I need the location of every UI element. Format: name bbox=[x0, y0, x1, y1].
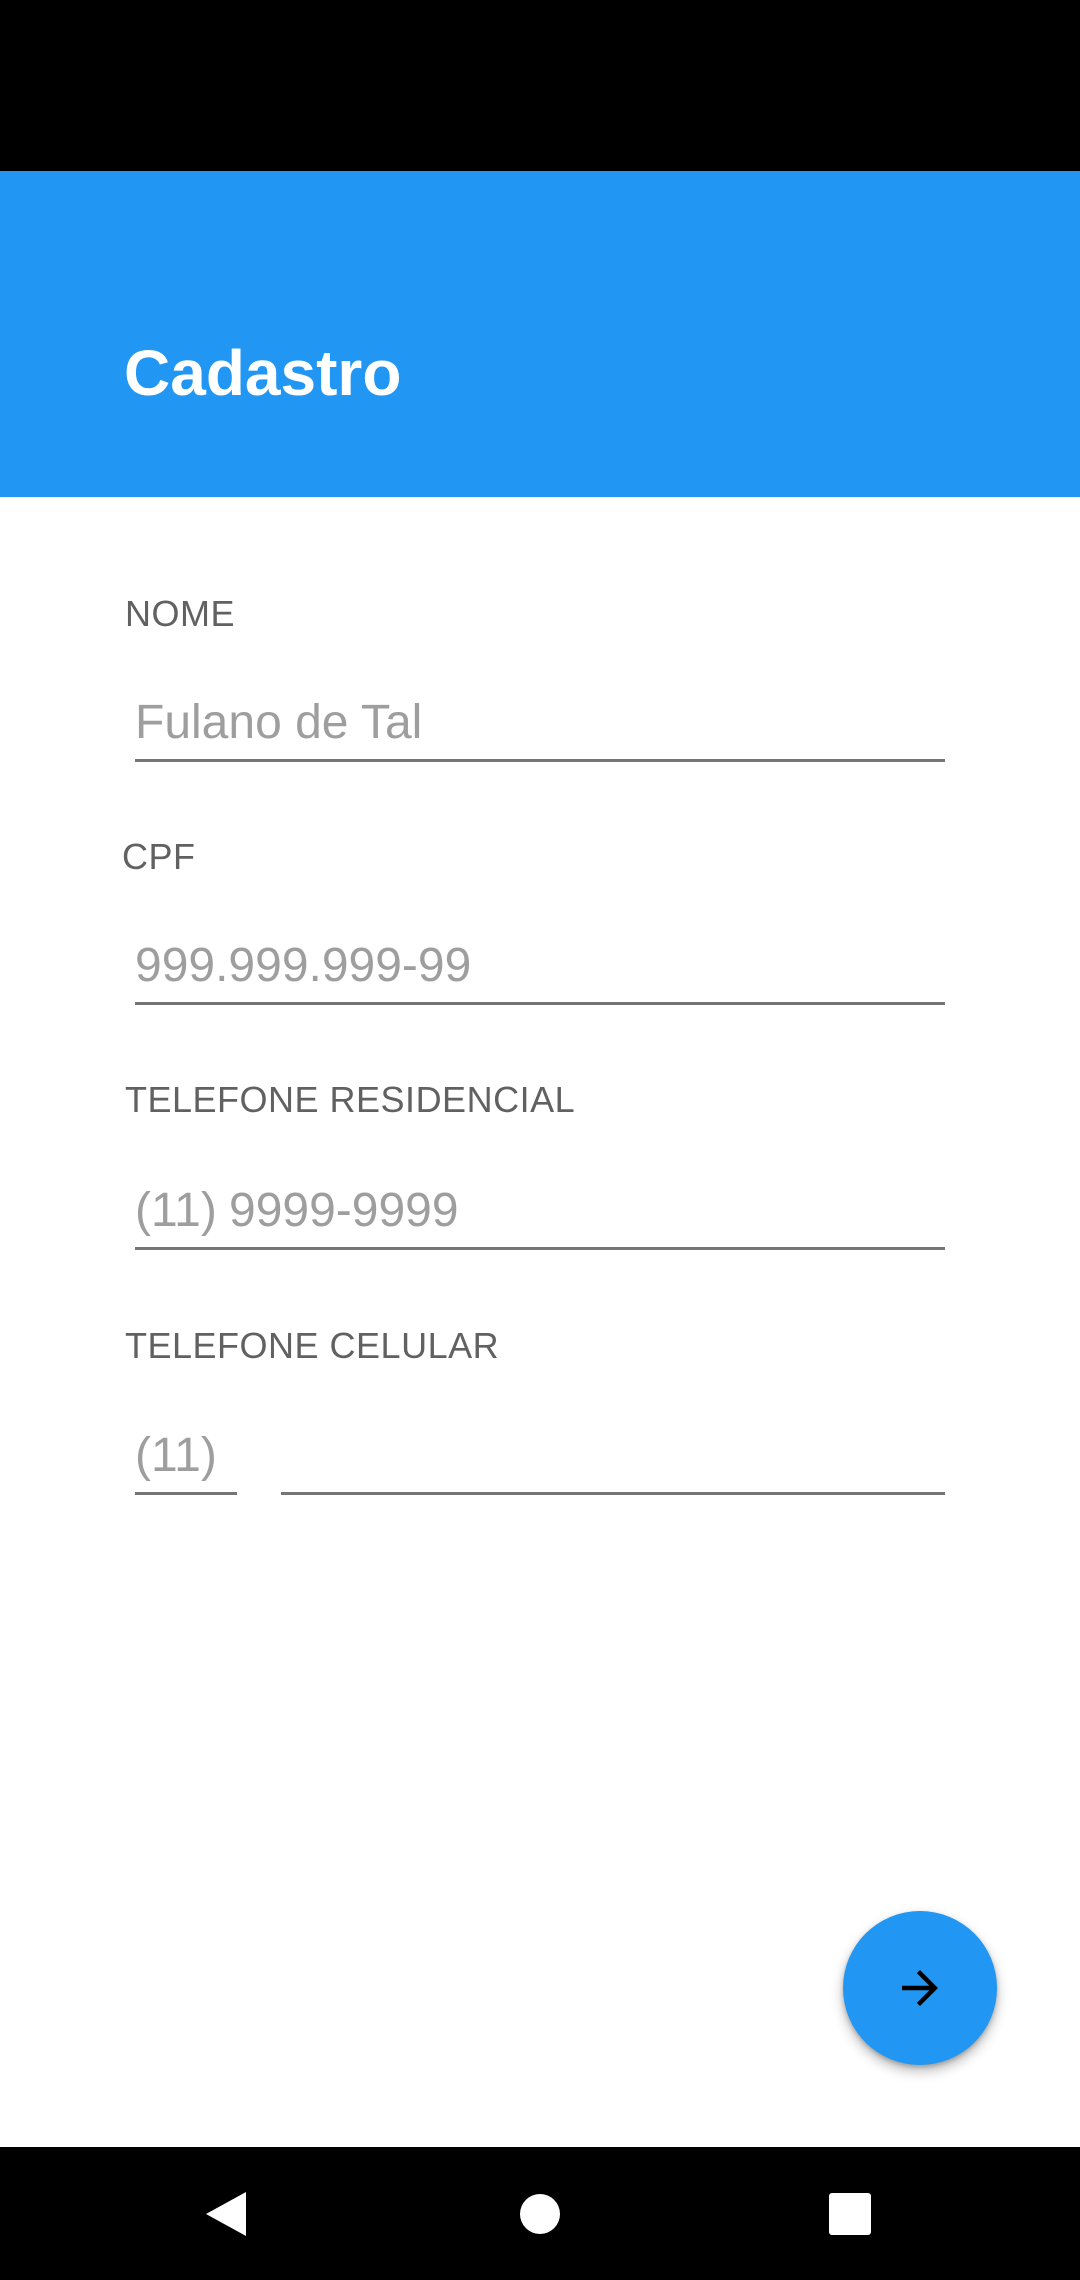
app-bar: Cadastro bbox=[0, 171, 1080, 497]
cpf-input[interactable] bbox=[135, 929, 945, 1005]
next-fab-button[interactable] bbox=[843, 1911, 997, 2065]
arrow-forward-icon bbox=[893, 1961, 947, 2015]
telefone-residencial-number-input[interactable] bbox=[229, 1174, 945, 1250]
telefone-residencial-label: TELEFONE RESIDENCIAL bbox=[125, 1079, 576, 1120]
telefone-celular-number-input[interactable] bbox=[281, 1419, 945, 1495]
recents-square-icon bbox=[828, 2192, 872, 2236]
telefone-residencial-ddd-input[interactable] bbox=[135, 1174, 237, 1250]
status-bar bbox=[0, 0, 1080, 171]
telefone-celular-label: TELEFONE CELULAR bbox=[125, 1325, 500, 1366]
screen: Cadastro NOME CPF TELEFONE RESIDENCIAL T… bbox=[0, 0, 1080, 2280]
page-title: Cadastro bbox=[124, 337, 402, 409]
nav-recents-button[interactable] bbox=[770, 2147, 930, 2280]
nav-home-button[interactable] bbox=[460, 2147, 620, 2280]
nome-label: NOME bbox=[125, 593, 235, 634]
back-triangle-icon bbox=[204, 2190, 248, 2238]
cpf-label: CPF bbox=[122, 836, 196, 877]
nav-back-button[interactable] bbox=[146, 2147, 306, 2280]
telefone-celular-ddd-input[interactable] bbox=[135, 1419, 237, 1495]
nome-input[interactable] bbox=[135, 686, 945, 762]
navigation-bar bbox=[0, 2147, 1080, 2280]
home-circle-icon bbox=[518, 2192, 562, 2236]
